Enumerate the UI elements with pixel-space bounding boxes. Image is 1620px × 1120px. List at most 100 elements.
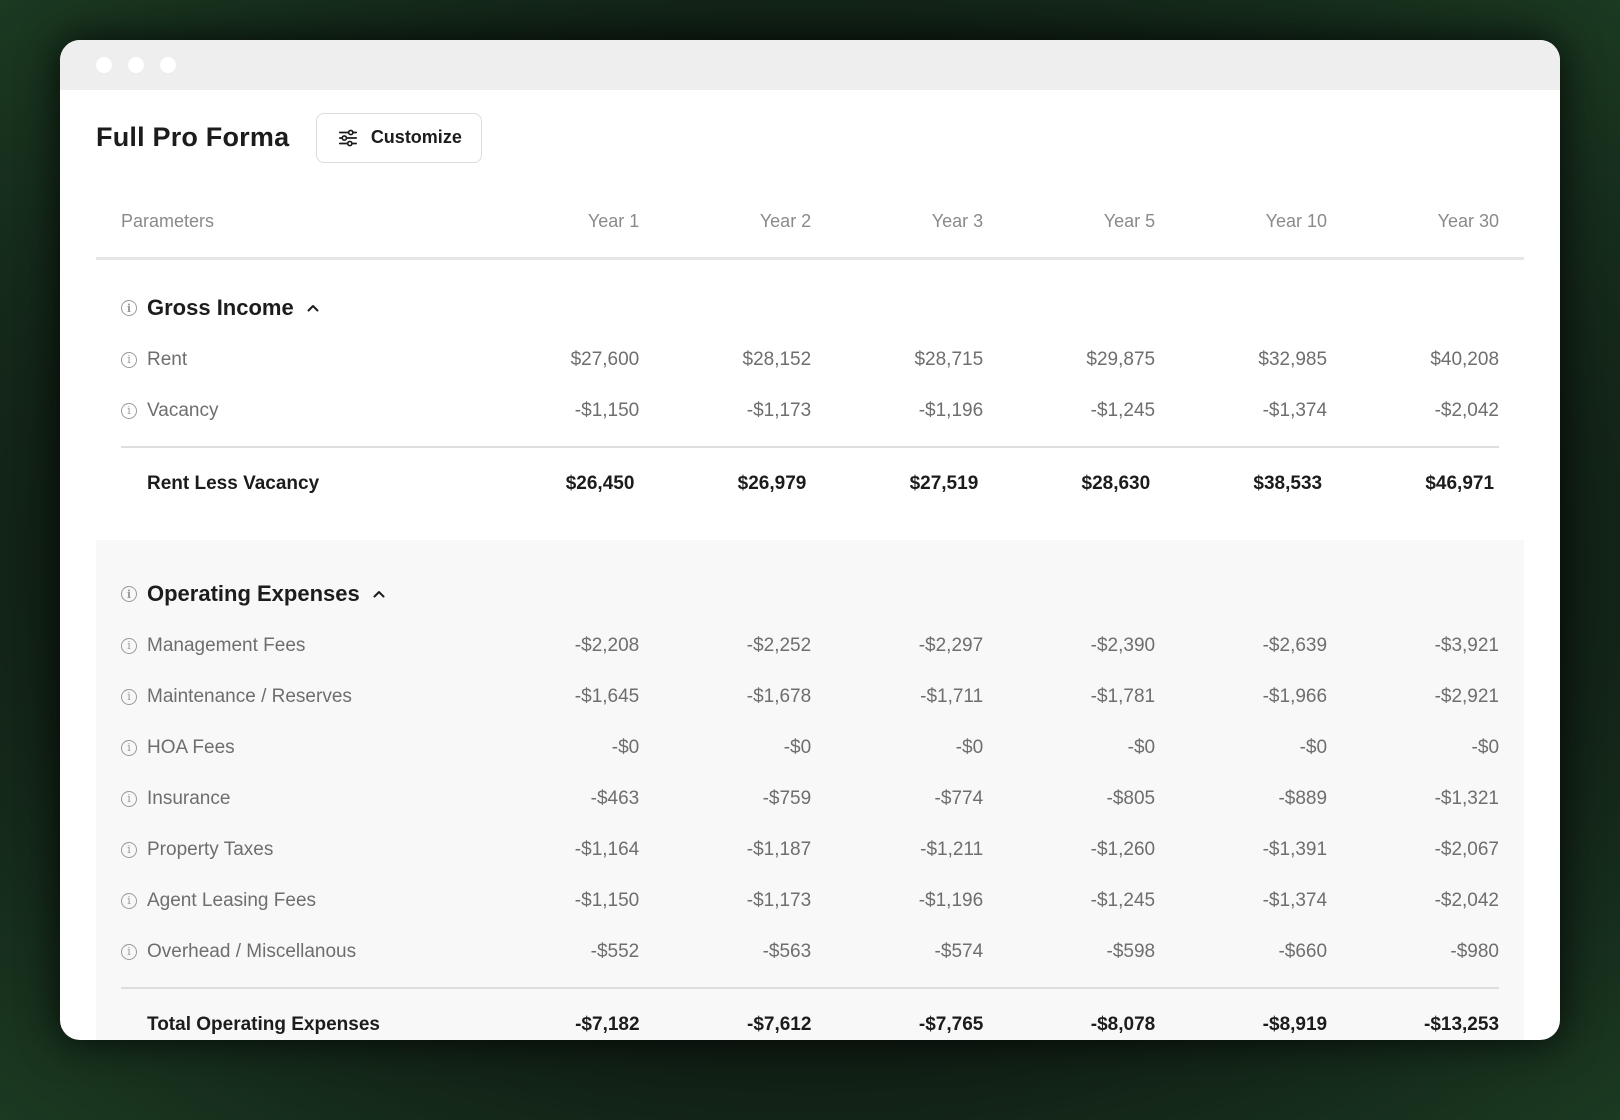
total-value: $28,630 [1081,473,1151,494]
total-row: Total Operating Expenses -$7,182 -$7,612… [96,989,1524,1040]
cell-value: -$0 [955,736,984,758]
info-icon[interactable]: i [121,841,137,858]
cell-value: -$2,639 [1262,634,1328,656]
total-value: $27,519 [909,473,979,494]
window-minimize-dot[interactable] [128,57,144,73]
column-header-year: Year 2 [759,210,812,231]
info-icon[interactable]: i [121,586,137,602]
section-title: Operating Expenses [147,581,360,606]
total-value: -$13,253 [1424,1014,1500,1035]
operating-expenses-toggle[interactable]: i Operating Expenses [96,568,1524,620]
cell-value: -$3,921 [1434,634,1500,656]
cell-value: -$1,374 [1262,399,1328,421]
cell-value: -$0 [783,736,812,758]
row-label: Management Fees [147,634,306,656]
total-value: -$8,078 [1090,1014,1156,1035]
cell-value: -$2,067 [1434,838,1500,860]
table-row: i Overhead / Miscellanous -$552 -$563 -$5… [96,926,1524,977]
chevron-up-icon[interactable] [372,587,386,601]
gross-income-section: i Gross Income i Rent $27,600 $28,152 $28… [96,260,1524,540]
total-value: $26,979 [737,473,807,494]
info-icon[interactable]: i [121,739,137,756]
cell-value: -$2,042 [1434,889,1500,911]
column-header-year: Year 30 [1437,210,1500,231]
table-row: i HOA Fees -$0 -$0 -$0 -$0 -$0 -$0 [96,722,1524,773]
window-titlebar [60,40,1560,90]
total-value: -$7,765 [918,1014,984,1035]
customize-button[interactable]: Customize [316,112,483,163]
cell-value: -$759 [762,787,812,809]
cell-value: -$2,252 [746,634,812,656]
total-value: $38,533 [1253,473,1323,494]
page-title: Full Pro Forma [96,122,290,152]
window-close-dot[interactable] [96,57,112,73]
info-icon[interactable]: i [121,300,137,316]
column-header-year: Year 3 [931,210,984,231]
cell-value: -$563 [762,940,812,962]
cell-value: -$0 [611,736,640,758]
row-label: Insurance [147,787,231,809]
pro-forma-panel: Full Pro Forma Customize Parameters Year… [96,90,1524,1040]
total-row: Rent Less Vacancy $26,450 $26,979 $27,51… [96,448,1524,520]
section-title: Gross Income [147,295,294,320]
cell-value: -$463 [590,787,640,809]
cell-value: -$1,321 [1434,787,1500,809]
row-label: Rent [147,348,188,370]
operating-expenses-section: i Operating Expenses i Management Fees -$… [96,540,1524,1040]
gross-income-toggle[interactable]: i Gross Income [96,282,1524,334]
table-row: i Maintenance / Reserves -$1,645 -$1,678 … [96,671,1524,722]
column-header-year: Year 10 [1265,210,1328,231]
info-icon[interactable]: i [121,688,137,705]
cell-value: -$1,245 [1090,399,1156,421]
chevron-up-icon[interactable] [306,301,320,315]
cell-value: -$774 [934,787,984,809]
cell-value: -$0 [1299,736,1328,758]
column-header-year: Year 1 [587,210,640,231]
cell-value: -$1,781 [1090,685,1156,707]
cell-value: -$805 [1106,787,1156,809]
cell-value: $27,600 [570,348,640,370]
cell-value: $28,715 [914,348,984,370]
cell-value: -$1,164 [574,838,640,860]
total-label: Rent Less Vacancy [147,473,320,494]
cell-value: -$1,173 [746,399,812,421]
cell-value: -$1,150 [574,399,640,421]
cell-value: -$2,208 [574,634,640,656]
info-icon[interactable]: i [121,892,137,909]
cell-value: -$0 [1127,736,1156,758]
info-icon[interactable]: i [121,943,137,960]
total-value: $46,971 [1425,473,1495,494]
row-label: Vacancy [147,399,219,421]
cell-value: -$0 [1471,736,1500,758]
cell-value: -$2,297 [918,634,984,656]
cell-value: -$1,374 [1262,889,1328,911]
cell-value: -$1,187 [746,838,812,860]
info-icon[interactable]: i [121,637,137,654]
info-icon[interactable]: i [121,790,137,807]
table-row: i Vacancy -$1,150 -$1,173 -$1,196 -$1,245… [96,385,1524,436]
cell-value: -$1,678 [746,685,812,707]
total-label: Total Operating Expenses [147,1014,380,1035]
cell-value: $28,152 [742,348,812,370]
table-row: i Agent Leasing Fees -$1,150 -$1,173 -$1,… [96,875,1524,926]
row-label: Property Taxes [147,838,274,860]
cell-value: $29,875 [1086,348,1156,370]
cell-value: -$1,645 [574,685,640,707]
info-icon[interactable]: i [121,351,137,368]
cell-value: -$2,390 [1090,634,1156,656]
total-value: $26,450 [565,473,635,494]
total-value: -$7,182 [575,1014,640,1035]
table-row: i Insurance -$463 -$759 -$774 -$805 -$889… [96,773,1524,824]
cell-value: -$1,260 [1090,838,1156,860]
window-maximize-dot[interactable] [160,57,176,73]
cell-value: -$598 [1106,940,1156,962]
row-label: HOA Fees [147,736,235,758]
info-icon[interactable]: i [121,402,137,419]
header-row: Full Pro Forma Customize [96,90,1524,185]
table-row: i Management Fees -$2,208 -$2,252 -$2,297… [96,620,1524,671]
app-window: Full Pro Forma Customize Parameters Year… [60,40,1560,1040]
cell-value: -$1,150 [574,889,640,911]
table-header: Parameters Year 1 Year 2 Year 3 Year 5 Y… [96,185,1524,260]
table-row: i Rent $27,600 $28,152 $28,715 $29,875 $3… [96,334,1524,385]
cell-value: -$1,211 [920,838,984,860]
